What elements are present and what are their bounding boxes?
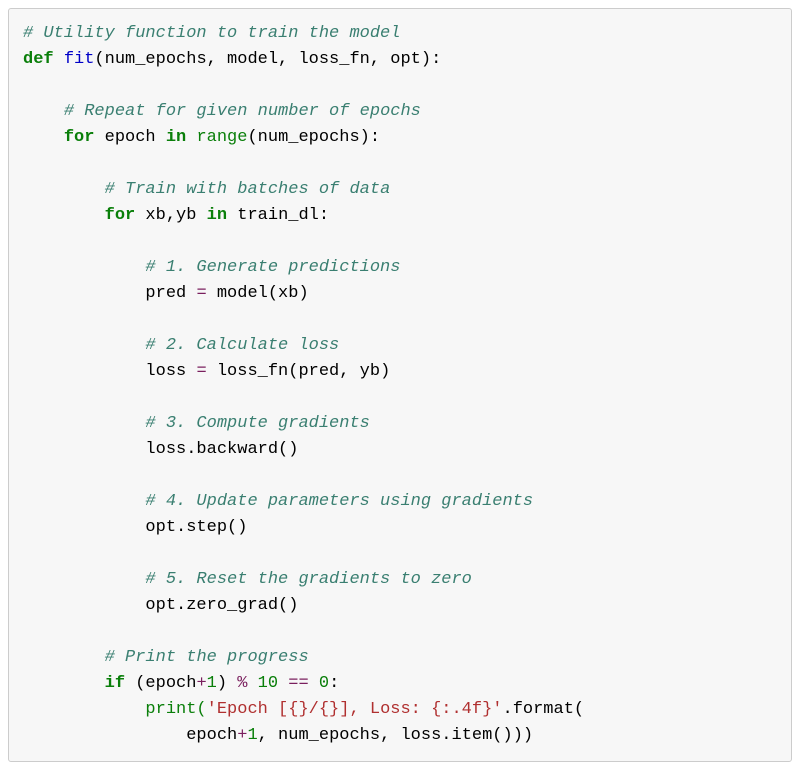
comment-repeat: # Repeat for given number of epochs (64, 102, 421, 121)
op-assign-2: = (196, 362, 206, 381)
loss-backward: loss.backward() (145, 440, 298, 459)
if-open: (epoch (125, 674, 196, 693)
var-epoch: epoch (94, 128, 165, 147)
keyword-for-inner: for (105, 206, 136, 225)
comment-step-3: # 3. Compute gradients (145, 414, 369, 433)
format-string: 'Epoch [{}/{}], Loss: {:.4f}' (207, 700, 503, 719)
num-1b: 1 (247, 726, 257, 745)
op-plus-1: + (196, 674, 206, 693)
code-block: # Utility function to train the model de… (8, 8, 792, 762)
code-content: # Utility function to train the model de… (23, 21, 777, 749)
op-assign-1: = (196, 284, 206, 303)
fmt-args-post: , num_epochs, loss.item())) (258, 726, 533, 745)
fmt-args-pre: epoch (186, 726, 237, 745)
keyword-for-outer: for (64, 128, 95, 147)
comment-step-2: # 2. Calculate loss (145, 336, 339, 355)
loss-lhs: loss (145, 362, 196, 381)
op-mod: % (237, 674, 247, 693)
comment-step-5: # 5. Reset the gradients to zero (145, 570, 471, 589)
var-xbyb: xb,yb (135, 206, 206, 225)
keyword-def: def (23, 50, 54, 69)
builtin-print: print( (145, 700, 206, 719)
keyword-in-outer: in (166, 128, 186, 147)
keyword-in-inner: in (207, 206, 227, 225)
comment-train-batches: # Train with batches of data (105, 180, 391, 199)
params: (num_epochs, model, loss_fn, opt): (94, 50, 441, 69)
range-args: (num_epochs): (247, 128, 380, 147)
if-close: : (329, 674, 339, 693)
comment-progress: # Print the progress (105, 648, 309, 667)
keyword-if: if (105, 674, 125, 693)
num-0: 0 (309, 674, 329, 693)
function-name: fit (64, 50, 95, 69)
comment-step-1: # 1. Generate predictions (145, 258, 400, 277)
num-1a: 1 (207, 674, 217, 693)
format-call: .format( (503, 700, 585, 719)
pred-rhs: model(xb) (207, 284, 309, 303)
train-dl: train_dl: (227, 206, 329, 225)
builtin-range: range (186, 128, 247, 147)
op-plus-2: + (237, 726, 247, 745)
op-eqeq: == (288, 674, 308, 693)
pred-lhs: pred (145, 284, 196, 303)
num-10: 10 (247, 674, 288, 693)
comment-step-4: # 4. Update parameters using gradients (145, 492, 533, 511)
loss-rhs: loss_fn(pred, yb) (207, 362, 391, 381)
comment-utility: # Utility function to train the model (23, 24, 400, 43)
if-cont: ) (217, 674, 237, 693)
opt-zero-grad: opt.zero_grad() (145, 596, 298, 615)
opt-step: opt.step() (145, 518, 247, 537)
